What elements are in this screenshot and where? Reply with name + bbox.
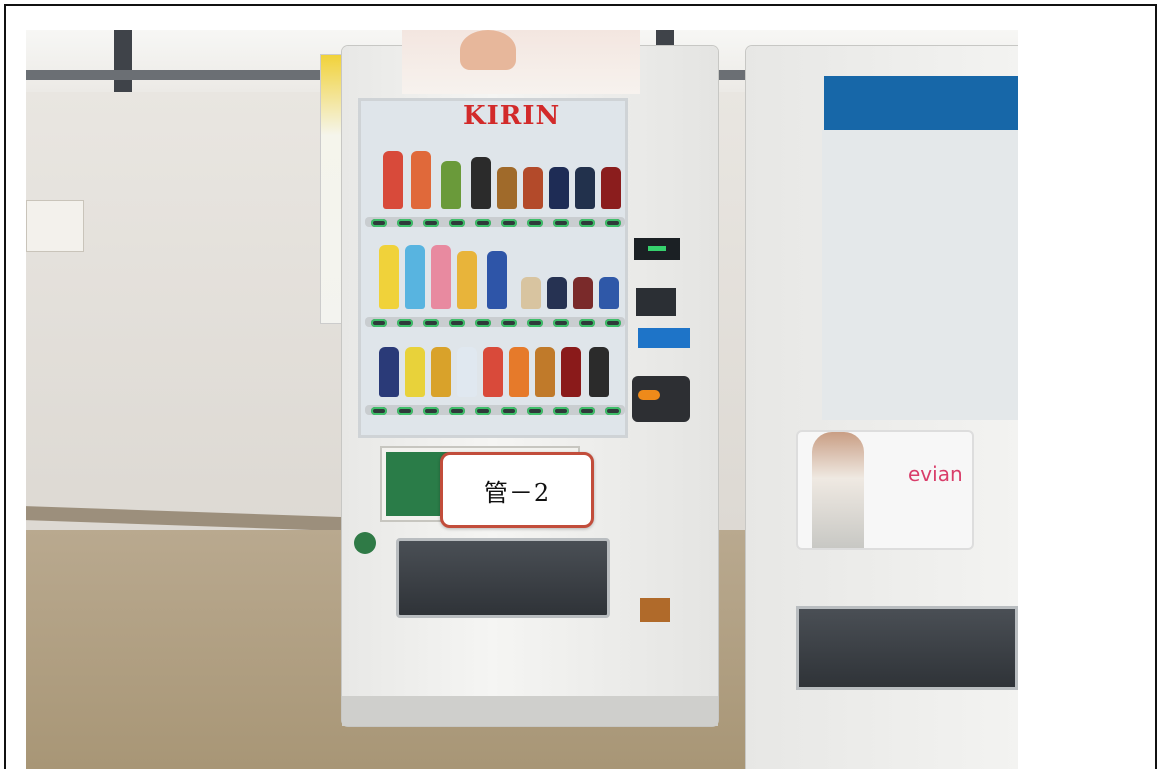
status-display: [634, 238, 680, 260]
wall-notice: [26, 200, 84, 252]
can: [521, 277, 541, 309]
callout-label: 管－2: [440, 452, 594, 528]
vm2-product-window: [822, 130, 1018, 420]
bill-slot: [636, 288, 676, 316]
selection-buttons: [371, 407, 621, 415]
sticker: [640, 598, 670, 622]
bottle: [379, 245, 399, 309]
selection-buttons: [371, 219, 621, 227]
bottle: [471, 157, 491, 209]
bottle: [561, 347, 581, 397]
bottle: [509, 347, 529, 397]
bottle: [487, 251, 507, 309]
can: [497, 167, 517, 209]
can: [599, 277, 619, 309]
window-frame: [114, 30, 132, 92]
can: [547, 277, 567, 309]
can: [379, 347, 399, 397]
can: [523, 167, 543, 209]
vm2-advertisement: evian: [796, 430, 974, 550]
bottle: [483, 347, 503, 397]
can: [601, 167, 621, 209]
vm2-header: [824, 76, 1018, 130]
ad-logo: evian: [908, 462, 963, 486]
can: [549, 167, 569, 209]
bottle: [405, 245, 425, 309]
can: [573, 277, 593, 309]
callout-text: 管－2: [483, 478, 551, 507]
top-banner: [402, 30, 640, 94]
bottle: [535, 347, 555, 397]
bottle: [441, 161, 461, 209]
product-outlet: [396, 538, 610, 618]
selection-buttons: [371, 319, 621, 327]
eco-badge: [354, 532, 376, 554]
vending-machine-2: evian: [746, 46, 1018, 769]
bottle: [411, 151, 431, 209]
bottle: [431, 245, 451, 309]
banner-person: [460, 30, 516, 70]
coin-slot: [632, 376, 690, 422]
brand-logo: KIRIN: [463, 101, 561, 131]
vm2-product-outlet: [796, 606, 1018, 690]
bottle: [457, 347, 477, 397]
open-24h-sign: [638, 328, 690, 348]
product-window: KIRIN: [358, 98, 628, 438]
can: [431, 347, 451, 397]
photo: KIRIN evian: [26, 30, 1018, 769]
ad-person: [812, 432, 864, 548]
bottle: [589, 347, 609, 397]
vending-machine: KIRIN: [342, 30, 718, 726]
can: [575, 167, 595, 209]
can: [405, 347, 425, 397]
bottle: [457, 251, 477, 309]
machine-base: [342, 696, 718, 726]
bottle: [383, 151, 403, 209]
